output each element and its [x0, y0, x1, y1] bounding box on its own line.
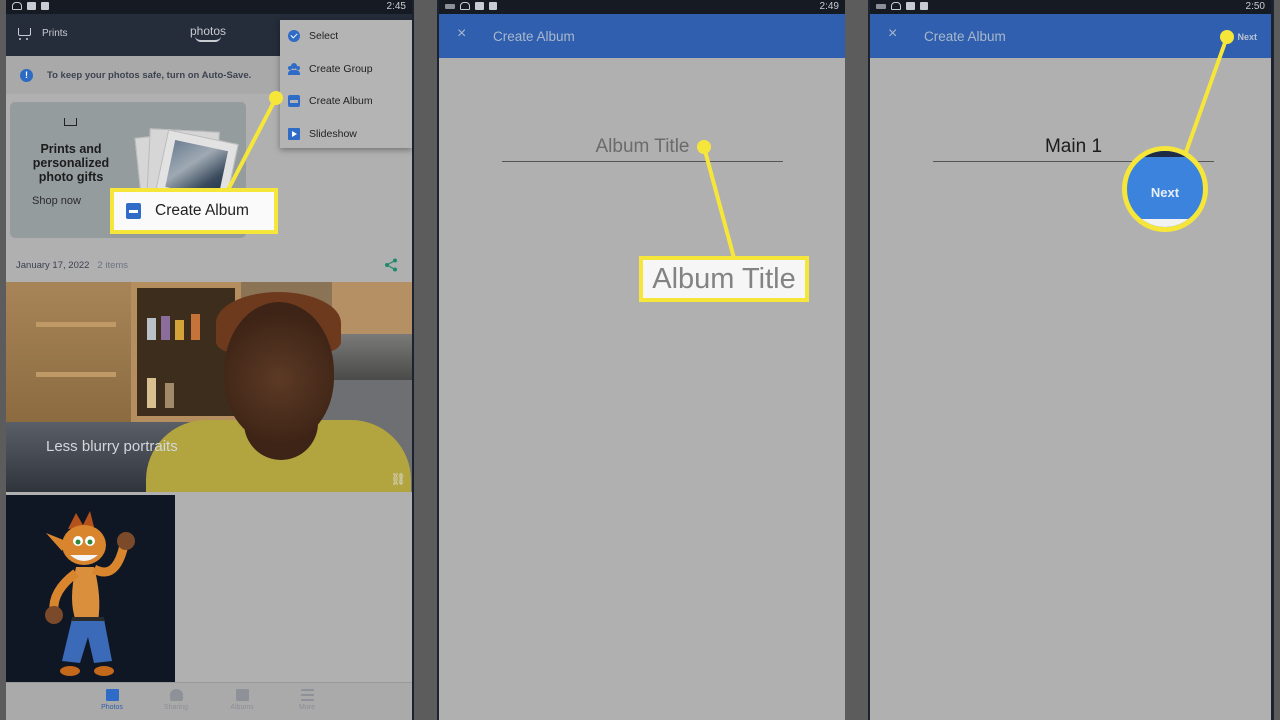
notification-icon: [489, 2, 497, 10]
callout-label: Create Album: [155, 202, 249, 219]
menu-item-label: Create Group: [309, 62, 373, 75]
cloud-upload-icon: [460, 2, 470, 10]
sharing-icon: [169, 689, 183, 701]
callout-create-album: Create Album: [110, 188, 278, 234]
banner-text: To keep your photos safe, turn on Auto-S…: [47, 69, 252, 81]
callout-next-magnified: Next: [1122, 146, 1208, 232]
menu-item-label: Slideshow: [309, 127, 357, 140]
cart-icon: [62, 116, 78, 130]
check-circle-icon: [288, 30, 300, 43]
folder-icon: [27, 2, 36, 10]
nav-sharing[interactable]: Sharing: [156, 689, 196, 711]
character-image: [45, 511, 135, 676]
clock: 2:50: [1245, 1, 1265, 12]
clock: 2:49: [819, 1, 839, 12]
cloud-upload-icon: [12, 2, 22, 10]
photos-icon: [105, 689, 119, 701]
close-icon[interactable]: ×: [457, 25, 466, 43]
next-button[interactable]: Next: [1237, 32, 1257, 42]
phone-screen-create-album-filled: 2:50 × Create Album Next Main 1 Next: [868, 0, 1274, 720]
nav-label: More: [299, 704, 315, 711]
cart-icon: [16, 26, 32, 40]
menu-item-create-album[interactable]: Create Album: [280, 85, 412, 118]
status-bar: 2:50: [870, 0, 1271, 14]
album-title-input[interactable]: Album Title: [502, 136, 783, 162]
prints-button[interactable]: Prints: [16, 26, 68, 40]
clock: 2:45: [386, 1, 406, 12]
close-icon[interactable]: ×: [888, 25, 897, 43]
albums-icon: [235, 689, 249, 701]
shop-now-link[interactable]: Shop now: [32, 195, 81, 207]
keyboard-icon: [445, 3, 455, 9]
photo-thumbnail-character[interactable]: [6, 495, 175, 683]
menu-icon: [300, 689, 314, 701]
group-icon: [288, 62, 300, 75]
nav-label: Albums: [230, 704, 254, 711]
page-title: Create Album: [924, 29, 1006, 44]
status-bar: 2:49: [439, 0, 845, 14]
link-off-icon: ⛓: [390, 472, 406, 486]
overflow-menu: Select Create Group Create Album Slidesh…: [280, 20, 412, 148]
timeline-header: January 17, 2022 2 items: [16, 252, 400, 278]
app-header: × Create Album: [439, 14, 845, 58]
nav-more[interactable]: More: [287, 689, 327, 711]
app-header: × Create Album Next: [870, 14, 1271, 58]
menu-item-label: Create Album: [309, 95, 373, 108]
nav-albums[interactable]: Albums: [222, 689, 262, 711]
timeline-date: January 17, 2022: [16, 259, 90, 271]
photo-caption: Less blurry portraits: [46, 438, 178, 455]
photo-thumbnail-portrait[interactable]: Less blurry portraits ⛓: [6, 282, 412, 492]
album-icon: [288, 95, 300, 108]
menu-item-label: Select: [309, 30, 339, 43]
phone-screen-photos: 2:45 Prints photos ! To keep your photos…: [6, 0, 414, 720]
status-bar: 2:45: [6, 0, 412, 14]
menu-item-slideshow[interactable]: Slideshow: [280, 118, 412, 151]
logo-text: photos: [190, 24, 227, 38]
folder-icon: [475, 2, 484, 10]
menu-item-create-group[interactable]: Create Group: [280, 53, 412, 86]
album-icon: [126, 203, 141, 219]
phone-screen-create-album-empty: 2:49 × Create Album Album Title Album Ti…: [437, 0, 845, 720]
info-icon: !: [20, 68, 33, 82]
nav-label: Photos: [101, 704, 123, 711]
menu-item-select[interactable]: Select: [280, 20, 412, 53]
prints-label: Prints: [42, 27, 68, 39]
share-icon[interactable]: [384, 258, 398, 272]
bottom-navigation: Photos Sharing Albums More: [6, 682, 412, 720]
page-title: Create Album: [493, 29, 575, 44]
keyboard-icon: [876, 3, 886, 9]
notification-icon: [41, 2, 49, 10]
slideshow-icon: [288, 127, 300, 140]
promo-title: Prints and personalized photo gifts: [32, 142, 110, 184]
notification-icon: [920, 2, 928, 10]
timeline-count: 2 items: [97, 259, 129, 271]
nav-photos[interactable]: Photos: [92, 689, 132, 711]
callout-label: Next: [1150, 185, 1180, 200]
folder-icon: [906, 2, 915, 10]
amazon-photos-logo: photos: [190, 24, 226, 42]
nav-label: Sharing: [163, 704, 189, 711]
cloud-upload-icon: [891, 2, 901, 10]
callout-album-title: Album Title: [639, 256, 809, 302]
